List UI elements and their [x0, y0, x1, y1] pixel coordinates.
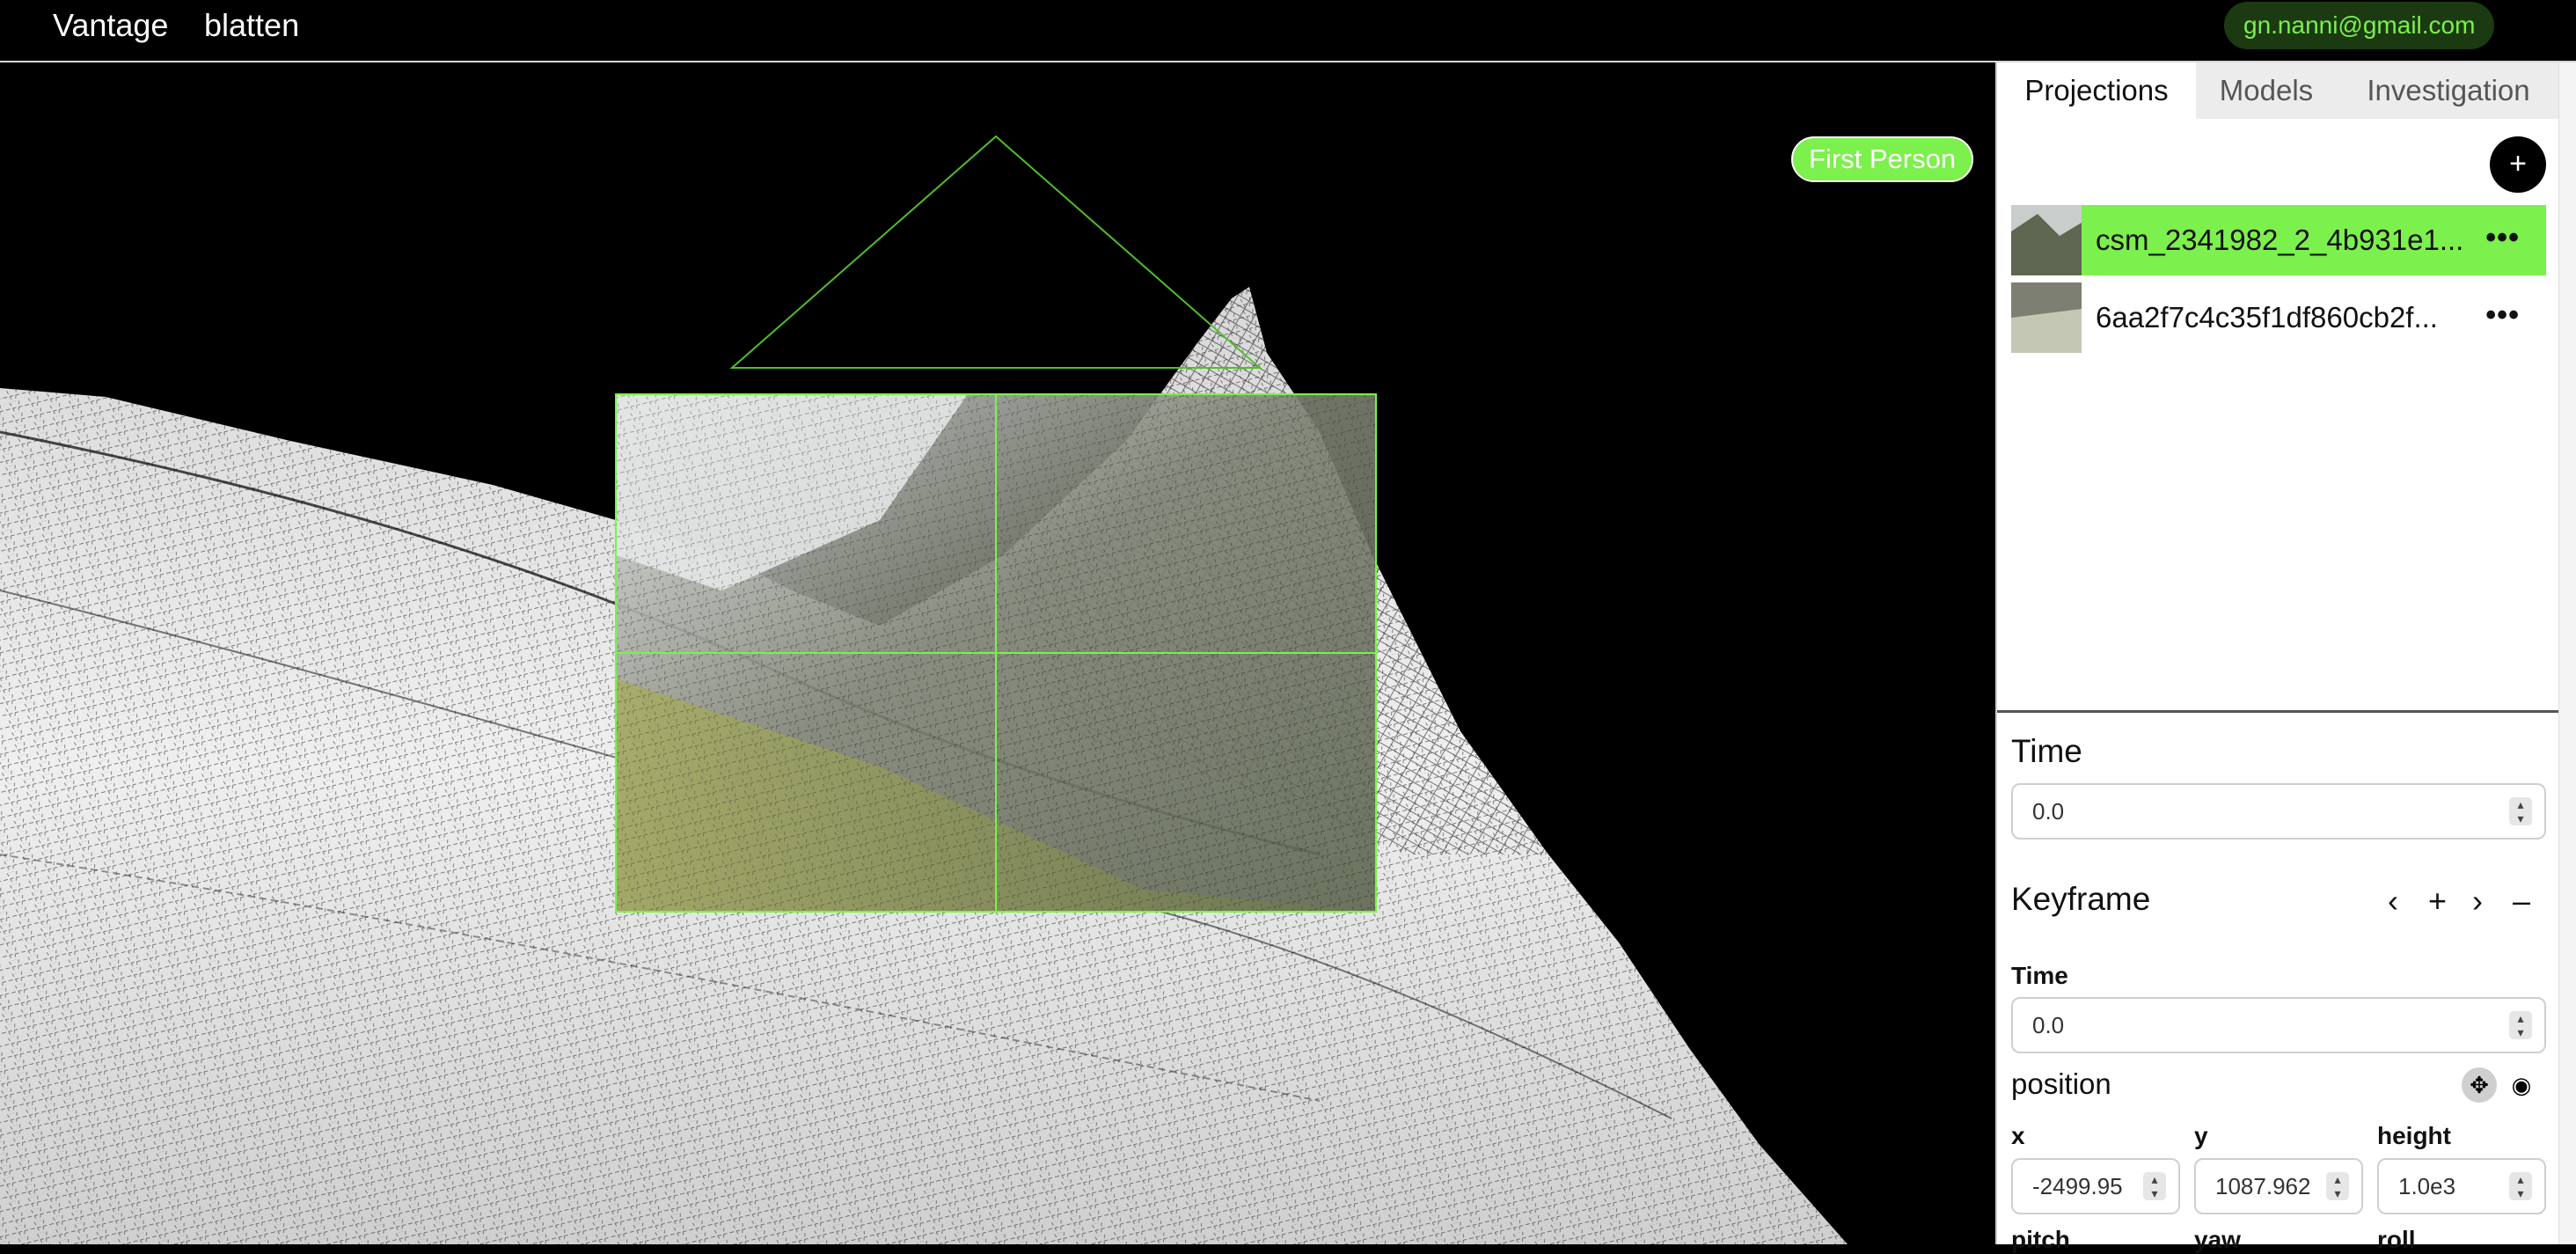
projection-thumbnail — [2011, 205, 2082, 275]
projection-thumbnail — [2011, 282, 2082, 353]
position-heading: position — [2011, 1067, 2111, 1100]
y-input[interactable]: 1087.962 ▴ ▾ — [2194, 1158, 2363, 1214]
scrollbar[interactable] — [2558, 62, 2576, 1244]
more-options-icon[interactable]: ••• — [2485, 282, 2520, 348]
time-input[interactable]: 0.0 ▴ ▾ — [2011, 783, 2546, 840]
projection-item[interactable]: csm_2341982_2_4b931e1... ••• — [2011, 205, 2546, 275]
move-target-icon[interactable]: ✥ — [2462, 1067, 2497, 1103]
x-label: x — [2011, 1122, 2025, 1149]
project-name[interactable]: blatten — [204, 7, 299, 44]
prev-keyframe-icon[interactable]: ‹ — [2388, 883, 2398, 920]
x-value: -2499.95 — [2032, 1173, 2123, 1199]
keyframe-time-input[interactable]: 0.0 ▴ ▾ — [2011, 997, 2546, 1053]
sidebar-panel: Projections Models Investigation + csm_2… — [1995, 62, 2560, 1253]
stepper-icon[interactable]: ▴ ▾ — [2509, 797, 2532, 825]
stepper-icon[interactable]: ▴ ▾ — [2143, 1172, 2166, 1200]
terrain-viewport[interactable]: First Person — [0, 62, 1995, 1244]
y-value: 1087.962 — [2215, 1173, 2311, 1199]
projection-name: csm_2341982_2_4b931e1... — [2096, 224, 2464, 256]
app-title[interactable]: Vantage — [53, 7, 168, 44]
height-value: 1.0e3 — [2398, 1173, 2456, 1199]
first-person-button[interactable]: First Person — [1791, 136, 1974, 182]
yaw-label: yaw — [2194, 1226, 2241, 1253]
tab-models[interactable]: Models — [2196, 62, 2337, 119]
more-options-icon[interactable]: ••• — [2485, 205, 2520, 270]
sidebar-tabs: Projections Models Investigation — [1997, 62, 2560, 119]
roll-label: roll — [2377, 1226, 2416, 1253]
height-label: height — [2377, 1122, 2451, 1149]
keyframe-heading: Keyframe — [2011, 881, 2151, 917]
next-keyframe-icon[interactable]: › — [2472, 883, 2483, 920]
x-input[interactable]: -2499.95 ▴ ▾ — [2011, 1158, 2180, 1214]
keyframe-time-label: Time — [2011, 962, 2068, 989]
stepper-icon[interactable]: ▴ ▾ — [2326, 1172, 2349, 1200]
keyframe-time-value: 0.0 — [2032, 1012, 2065, 1038]
stepper-icon[interactable]: ▴ ▾ — [2509, 1011, 2532, 1039]
remove-keyframe-icon[interactable]: – — [2513, 883, 2530, 920]
user-account-badge[interactable]: gn.nanni@gmail.com — [2224, 2, 2495, 49]
pitch-label: pitch — [2011, 1226, 2070, 1253]
time-heading: Time — [2011, 733, 2082, 769]
add-projection-button[interactable]: + — [2490, 136, 2546, 193]
add-keyframe-icon[interactable]: + — [2428, 883, 2447, 920]
height-input[interactable]: 1.0e3 ▴ ▾ — [2377, 1158, 2546, 1214]
terrain-render[interactable] — [0, 62, 1995, 1244]
time-value: 0.0 — [2032, 798, 2065, 825]
stepper-icon[interactable]: ▴ ▾ — [2509, 1172, 2532, 1200]
tab-projections[interactable]: Projections — [1997, 62, 2196, 119]
y-label: y — [2194, 1122, 2208, 1149]
top-bar: Vantage blatten gn.nanni@gmail.com — [0, 0, 2576, 62]
globe-icon[interactable]: ◉ — [2504, 1067, 2539, 1103]
tab-investigation[interactable]: Investigation — [2337, 62, 2560, 119]
projection-item[interactable]: 6aa2f7c4c35f1df860cb2f... ••• — [2011, 282, 2546, 353]
panel-divider — [1997, 710, 2560, 713]
projection-name: 6aa2f7c4c35f1df860cb2f... — [2096, 301, 2438, 334]
